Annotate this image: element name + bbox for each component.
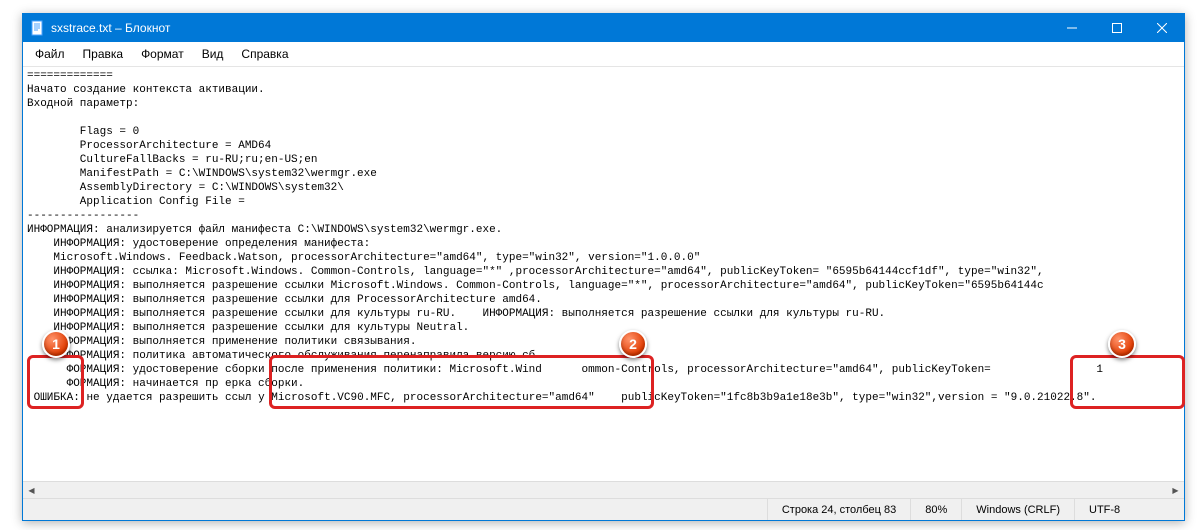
status-zoom: 80% xyxy=(910,499,961,520)
horizontal-scrollbar[interactable]: ◀ ▶ xyxy=(23,481,1184,498)
menu-format[interactable]: Формат xyxy=(133,44,192,64)
menu-edit[interactable]: Правка xyxy=(75,44,132,64)
menu-file[interactable]: Файл xyxy=(27,44,73,64)
statusbar: Строка 24, столбец 83 80% Windows (CRLF)… xyxy=(23,498,1184,520)
maximize-button[interactable] xyxy=(1094,14,1139,42)
window-title: sxstrace.txt – Блокнот xyxy=(51,21,1049,35)
menu-view[interactable]: Вид xyxy=(194,44,232,64)
status-encoding: UTF-8 xyxy=(1074,499,1184,520)
text-area[interactable]: ============= Начато создание контекста … xyxy=(23,67,1184,481)
menubar: Файл Правка Формат Вид Справка xyxy=(23,42,1184,67)
status-eol: Windows (CRLF) xyxy=(961,499,1074,520)
notepad-icon xyxy=(29,20,45,36)
notepad-window: sxstrace.txt – Блокнот Файл Правка Форма… xyxy=(22,13,1185,521)
scroll-right-icon[interactable]: ▶ xyxy=(1167,482,1184,499)
scroll-left-icon[interactable]: ◀ xyxy=(23,482,40,499)
close-button[interactable] xyxy=(1139,14,1184,42)
minimize-button[interactable] xyxy=(1049,14,1094,42)
titlebar[interactable]: sxstrace.txt – Блокнот xyxy=(23,14,1184,42)
menu-help[interactable]: Справка xyxy=(233,44,296,64)
status-position: Строка 24, столбец 83 xyxy=(767,499,910,520)
